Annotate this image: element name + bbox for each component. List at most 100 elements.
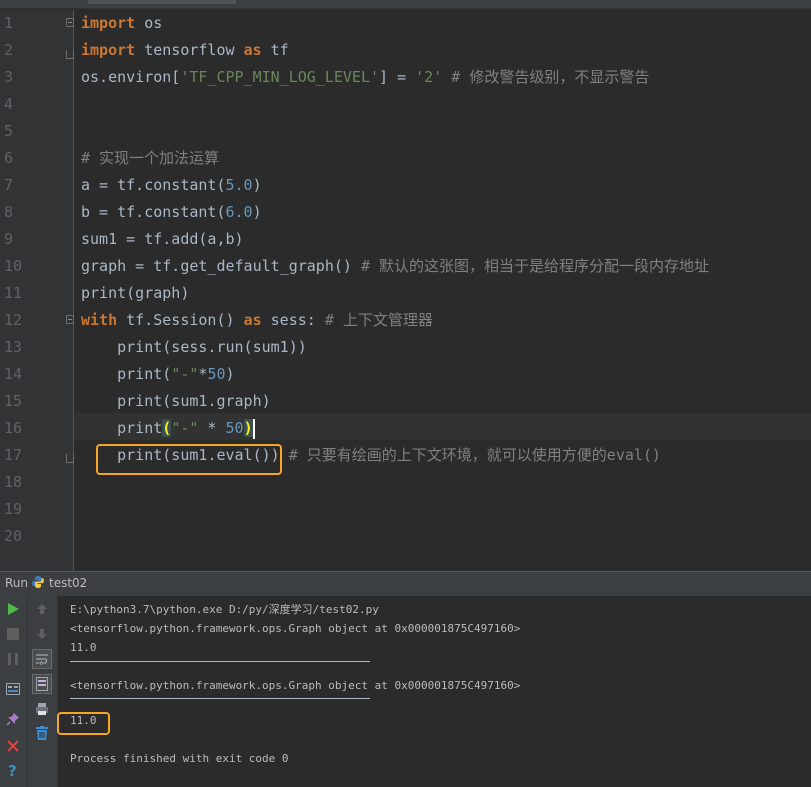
run-toolbar-secondary bbox=[28, 596, 58, 787]
code-line[interactable]: print(sum1.eval()) # 只要有绘画的上下文环境，就可以使用方便… bbox=[81, 442, 661, 469]
code-token: os bbox=[135, 14, 163, 32]
code-token: tensorflow bbox=[135, 41, 244, 59]
line-number: 8 bbox=[4, 203, 14, 221]
code-token: print(sum1.eval()) bbox=[81, 446, 280, 464]
scroll-to-end-icon[interactable] bbox=[32, 674, 52, 694]
arrow-down-icon[interactable] bbox=[32, 624, 52, 644]
code-token: # 修改警告级别，不显示警告 bbox=[442, 68, 650, 86]
code-line[interactable]: sum1 = tf.add(a,b) bbox=[81, 226, 244, 253]
code-line[interactable]: graph = tf.get_default_graph() # 默认的这张图，… bbox=[81, 253, 709, 280]
code-token: import bbox=[81, 41, 136, 59]
console-line: 11.0 bbox=[70, 641, 97, 654]
code-token: with bbox=[81, 311, 118, 329]
console-line: 11.0 bbox=[70, 714, 97, 727]
line-number: 4 bbox=[4, 95, 14, 113]
soft-wrap-icon[interactable] bbox=[32, 649, 52, 669]
code-token: as bbox=[243, 311, 262, 329]
code-token: "-" bbox=[171, 365, 199, 383]
fold-marker-icon[interactable] bbox=[66, 315, 74, 324]
line-number: 2 bbox=[4, 41, 14, 59]
code-token: ) bbox=[243, 419, 253, 437]
line-number: 16 bbox=[4, 419, 23, 437]
run-tool-window: ? E:\python3.7\python.exe D:/py/深度学习/tes… bbox=[0, 596, 811, 787]
code-area[interactable]: import os import tensorflow as tf os.envir… bbox=[81, 10, 811, 571]
run-tab-label[interactable]: Run bbox=[5, 576, 28, 590]
line-number: 18 bbox=[4, 473, 23, 491]
line-number: 12 bbox=[4, 311, 23, 329]
fold-marker-icon[interactable] bbox=[66, 18, 74, 27]
console-separator-line bbox=[70, 698, 370, 699]
code-token: # 上下文管理器 bbox=[324, 311, 433, 329]
code-token: print(graph) bbox=[81, 284, 190, 302]
code-token: print(sess.run(sum1)) bbox=[81, 338, 307, 356]
line-number: 14 bbox=[4, 365, 23, 383]
console-line: <tensorflow.python.framework.ops.Graph o… bbox=[70, 622, 521, 635]
line-number: 19 bbox=[4, 500, 23, 518]
code-token: tf bbox=[261, 41, 289, 59]
trash-icon[interactable] bbox=[32, 723, 52, 743]
code-token: graph = tf.get_default_graph() bbox=[81, 257, 361, 275]
code-token: # 实现一个加法运算 bbox=[81, 149, 220, 167]
line-number-gutter[interactable]: 1 2 3 4 5 6 7 8 9 10 11 12 13 14 15 16 17 18 19 20 bbox=[0, 10, 74, 571]
console-separator-line bbox=[70, 661, 370, 662]
code-line[interactable]: print("-"*50) bbox=[81, 361, 235, 388]
fold-end-icon[interactable] bbox=[66, 454, 74, 463]
console-output[interactable]: E:\python3.7\python.exe D:/py/深度学习/test0… bbox=[70, 596, 811, 787]
help-icon[interactable]: ? bbox=[3, 760, 23, 780]
play-icon[interactable] bbox=[3, 599, 23, 619]
code-line[interactable]: a = tf.constant(5.0) bbox=[81, 172, 262, 199]
line-number: 10 bbox=[4, 257, 23, 275]
code-token: a = tf.constant( bbox=[81, 176, 226, 194]
line-number: 15 bbox=[4, 392, 23, 410]
code-line[interactable]: print(sess.run(sum1)) bbox=[81, 334, 307, 361]
code-token: ) bbox=[225, 365, 235, 383]
line-number: 13 bbox=[4, 338, 23, 356]
pin-icon[interactable] bbox=[3, 709, 23, 729]
run-toolbar-primary: ? bbox=[0, 596, 28, 787]
code-token: # 默认的这张图，相当于是给程序分配一段内存地址 bbox=[360, 257, 710, 275]
line-number: 7 bbox=[4, 176, 14, 194]
code-line[interactable]: with tf.Session() as sess: # 上下文管理器 bbox=[81, 307, 433, 334]
line-number: 11 bbox=[4, 284, 23, 302]
code-token: "-" bbox=[171, 419, 199, 437]
arrow-up-icon[interactable] bbox=[32, 599, 52, 619]
code-token: '2' bbox=[415, 68, 443, 86]
code-token: 50 bbox=[225, 419, 244, 437]
print-icon[interactable] bbox=[32, 699, 52, 719]
code-line[interactable]: print(sum1.graph) bbox=[81, 388, 271, 415]
svg-text:?: ? bbox=[8, 762, 17, 778]
pause-icon[interactable] bbox=[3, 649, 23, 669]
run-config-name[interactable]: test02 bbox=[49, 576, 87, 590]
code-line[interactable]: b = tf.constant(6.0) bbox=[81, 199, 262, 226]
code-line[interactable]: print(graph) bbox=[81, 280, 189, 307]
fold-end-icon[interactable] bbox=[66, 50, 74, 59]
line-number: 6 bbox=[4, 149, 14, 167]
line-number: 9 bbox=[4, 230, 14, 248]
line-number: 1 bbox=[4, 14, 14, 32]
code-line[interactable]: print("-" * 50) bbox=[81, 415, 255, 442]
console-line: E:\python3.7\python.exe D:/py/深度学习/test0… bbox=[70, 603, 379, 616]
code-line[interactable]: import tensorflow as tf bbox=[81, 37, 289, 64]
console-line: <tensorflow.python.framework.ops.Graph o… bbox=[70, 679, 521, 692]
code-token: os.environ[ bbox=[81, 68, 181, 86]
code-line[interactable]: os.environ['TF_CPP_MIN_LOG_LEVEL'] = '2'… bbox=[81, 64, 649, 91]
code-line[interactable]: import os bbox=[81, 10, 162, 37]
code-token: b = tf.constant( bbox=[81, 203, 226, 221]
close-icon[interactable] bbox=[3, 736, 23, 756]
code-token: ) bbox=[252, 203, 262, 221]
code-token: * bbox=[198, 419, 226, 437]
code-token: as bbox=[243, 41, 262, 59]
stop-icon[interactable] bbox=[3, 624, 23, 644]
code-token: print bbox=[81, 419, 163, 437]
line-number: 17 bbox=[4, 446, 23, 464]
layout-icon[interactable] bbox=[3, 679, 23, 699]
code-editor[interactable]: 1 2 3 4 5 6 7 8 9 10 11 12 13 14 15 16 17 18 19 20 import o… bbox=[0, 0, 811, 571]
code-token: sess: bbox=[261, 311, 325, 329]
code-token: tf.Session() bbox=[117, 311, 244, 329]
line-number: 5 bbox=[4, 122, 14, 140]
code-line[interactable]: # 实现一个加法运算 bbox=[81, 145, 219, 172]
editor-tab[interactable] bbox=[88, 0, 236, 4]
line-number: 20 bbox=[4, 527, 23, 545]
run-tool-window-header: Run test02 bbox=[0, 571, 811, 597]
code-token: 6.0 bbox=[225, 203, 253, 221]
